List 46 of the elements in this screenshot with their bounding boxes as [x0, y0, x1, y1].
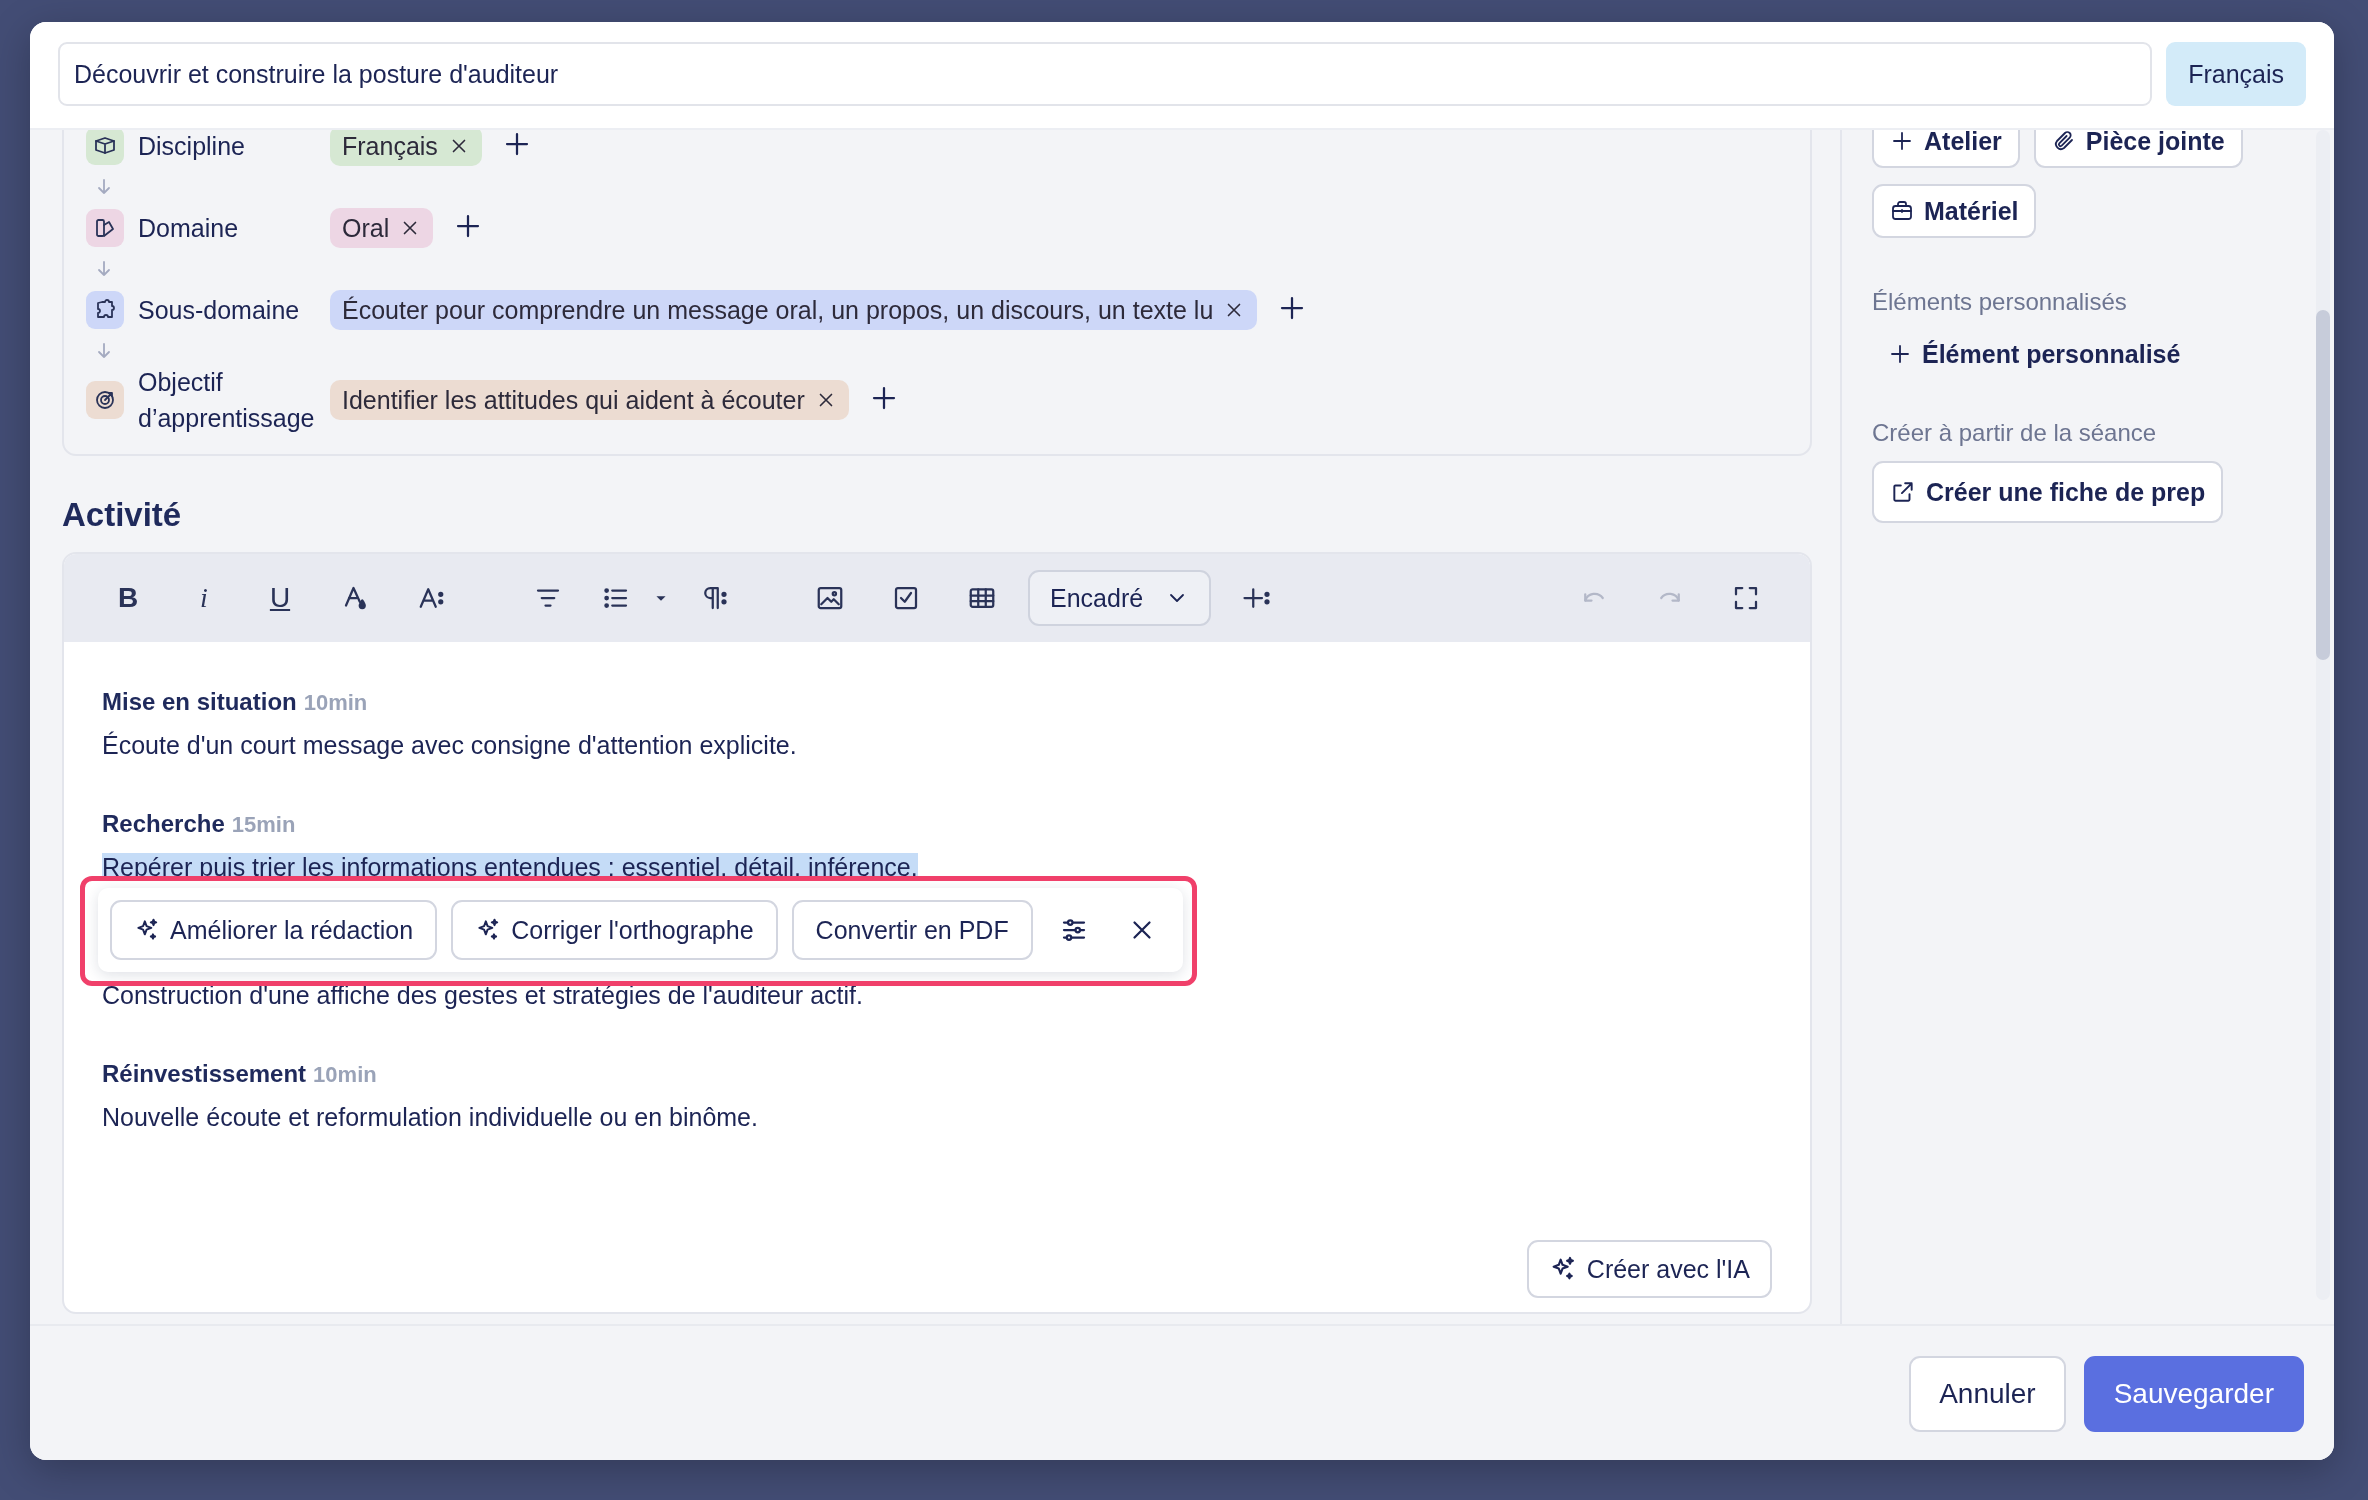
action-button[interactable]: Corriger l'orthographe	[451, 900, 778, 960]
sparkle-icon	[134, 917, 160, 943]
external-link-icon	[1890, 479, 1916, 505]
duration-label: 10min	[303, 690, 368, 715]
section-title: Recherche	[102, 810, 225, 837]
title-field[interactable]: Découvrir et construire la posture d'auditeur	[58, 42, 2153, 106]
scrollbar-thumb[interactable]	[2316, 310, 2330, 660]
attachment-button[interactable]: Pièce jointe	[2033, 130, 2243, 168]
section-caption: Créer à partir de la séance	[1872, 419, 2157, 447]
tag-chip[interactable]: Oral	[330, 208, 434, 248]
save-button[interactable]: Sauvegarder	[2083, 1356, 2304, 1432]
cancel-button[interactable]: Annuler	[1909, 1356, 2066, 1432]
paragraph: Écoute d'un court message avec consigne d'attention explicite.	[102, 731, 797, 759]
create-with-ai-button[interactable]: Créer avec l'IA	[1526, 1240, 1772, 1298]
row-label: Discipline	[137, 131, 246, 162]
create-prep-sheet-button[interactable]: Créer une fiche de prep	[1872, 461, 2224, 523]
bold-button[interactable]: B	[90, 582, 166, 614]
section-caption: Éléments personnalisés	[1872, 288, 2127, 316]
block-style-dropdown[interactable]: Encadré	[1028, 570, 1212, 626]
section-heading: Activité	[62, 496, 183, 534]
row-label: Sous-domaine	[137, 295, 301, 326]
row-label: Objectif d’apprentissage	[137, 367, 316, 434]
italic-button[interactable]: i	[166, 582, 242, 614]
row-label: Domaine	[137, 213, 240, 244]
action-button[interactable]: Convertir en PDF	[791, 900, 1033, 960]
section-title: Réinvestissement	[102, 1060, 307, 1087]
tag-chip[interactable]: Français	[330, 130, 482, 166]
material-button[interactable]: Matériel	[1872, 184, 2037, 238]
underline-button[interactable]: U	[242, 582, 318, 614]
action-button[interactable]: Améliorer la rédaction	[110, 900, 438, 960]
duration-label: 10min	[313, 1062, 377, 1087]
briefcase-icon	[1890, 199, 1914, 223]
paragraph: Construction d'une affiche des gestes et stratégies de l'auditeur actif.	[102, 981, 863, 1009]
shapes-icon	[86, 209, 124, 247]
plus-icon	[1890, 130, 1914, 153]
tag-chip[interactable]: Identifier les attitudes qui aident à écouter	[330, 380, 849, 420]
add-workshop-button[interactable]: Atelier	[1872, 130, 2020, 168]
language-button[interactable]: Français	[2166, 42, 2306, 106]
plus-icon	[1888, 342, 1912, 366]
duration-label: 15min	[231, 812, 296, 837]
add-custom-element-link[interactable]: Élément personnalisé	[1872, 334, 2197, 374]
section-title: Mise en situation	[102, 688, 297, 715]
target-icon	[86, 381, 124, 419]
puzzle-icon	[86, 291, 124, 329]
tag-chip[interactable]: Écouter pour comprendre un message oral, un propos, un discours, un texte lu	[330, 290, 1258, 330]
paragraph: Nouvelle écoute et reformulation individuelle ou en binôme.	[102, 1103, 758, 1131]
